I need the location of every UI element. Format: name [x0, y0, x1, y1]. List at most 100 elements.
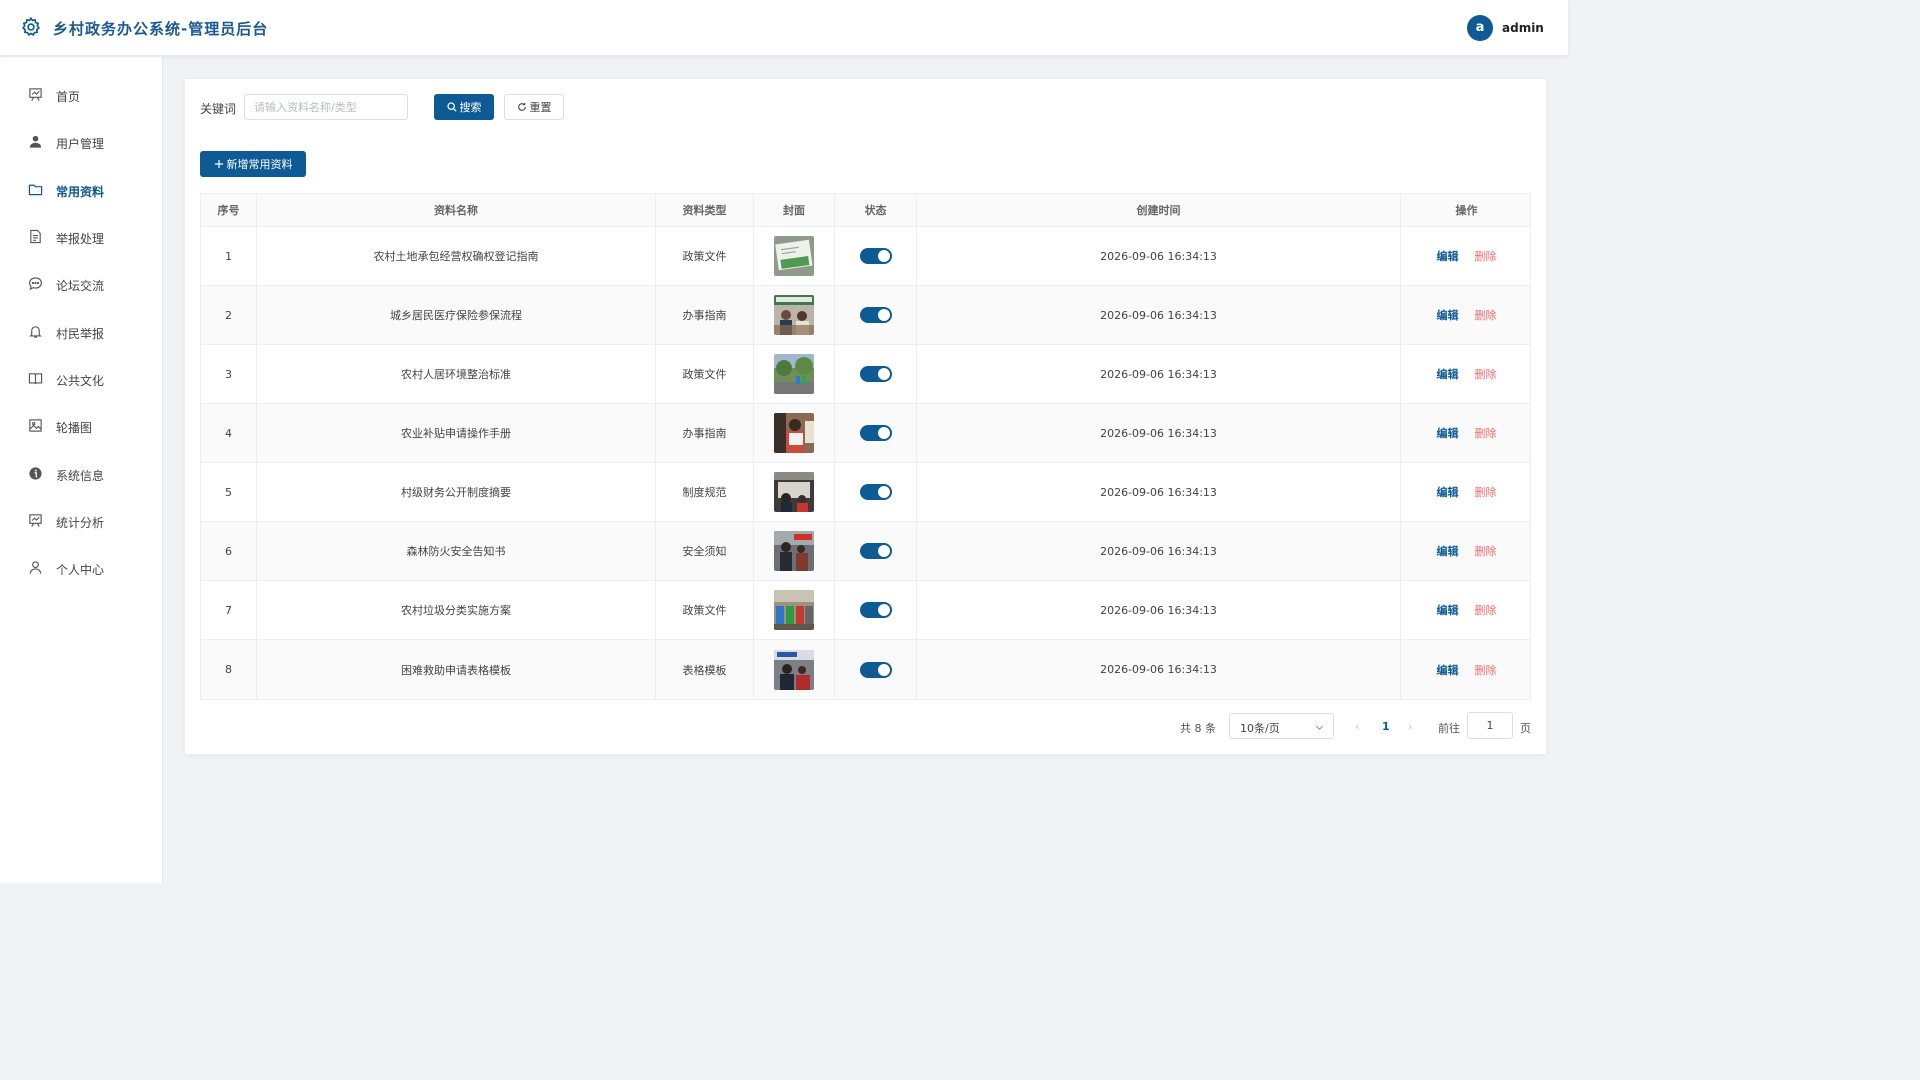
row-created: 2026-09-06 16:34:13 [917, 463, 1401, 521]
row-type: 政策文件 [656, 581, 754, 639]
sidebar-item-system-info[interactable]: 系统信息 [0, 454, 162, 494]
column-header-type: 资料类型 [656, 194, 754, 226]
delete-button[interactable]: 删除 [1475, 307, 1497, 323]
page-size-select[interactable]: 10条/页 [1229, 713, 1334, 739]
edit-button[interactable]: 编辑 [1437, 248, 1459, 264]
sidebar-item-label: 公共文化 [56, 374, 105, 388]
top-header: 乡村政务办公系统-管理员后台 a admin [0, 0, 1568, 56]
garbage-bins-photo-thumbnail[interactable] [774, 590, 814, 630]
username[interactable]: admin [1502, 21, 1544, 35]
row-name: 农村土地承包经营权确权登记指南 [257, 227, 656, 285]
sidebar-item-label: 举报处理 [56, 232, 105, 246]
goto-page-input[interactable] [1467, 712, 1513, 739]
column-header-name: 资料名称 [257, 194, 656, 226]
sidebar-item-statistics[interactable]: 统计分析 [0, 501, 162, 541]
delete-button[interactable]: 删除 [1475, 248, 1497, 264]
row-type: 安全须知 [656, 522, 754, 580]
row-status-cell [835, 227, 917, 285]
row-index: 1 [201, 227, 257, 285]
row-cover-cell [754, 581, 835, 639]
status-toggle[interactable] [859, 425, 892, 441]
edit-button[interactable]: 编辑 [1437, 366, 1459, 382]
page-number-current[interactable]: 1 [1382, 720, 1390, 733]
row-status-cell [835, 463, 917, 521]
row-type: 表格模板 [656, 640, 754, 699]
delete-button[interactable]: 删除 [1475, 543, 1497, 559]
delete-button[interactable]: 删除 [1475, 425, 1497, 441]
edit-button[interactable]: 编辑 [1437, 484, 1459, 500]
keyword-input[interactable] [244, 94, 408, 120]
row-index: 5 [201, 463, 257, 521]
delete-button[interactable]: 删除 [1475, 662, 1497, 678]
notice-board-photo-thumbnail[interactable] [774, 472, 814, 512]
sidebar-item-forum[interactable]: 论坛交流 [0, 264, 162, 304]
avatar[interactable]: a [1467, 15, 1493, 41]
document-photo-thumbnail[interactable] [774, 236, 814, 276]
row-created: 2026-09-06 16:34:13 [917, 286, 1401, 344]
document-icon [30, 229, 41, 244]
column-header-actions: 操作 [1455, 204, 1478, 217]
meeting-photo-thumbnail[interactable] [774, 649, 814, 690]
person-with-paper-photo-thumbnail[interactable] [774, 413, 814, 453]
docs-table: 序号 资料名称 资料类型 封面 状态 创建时间 操作 1 农村土地承包经营权确权… [200, 193, 1531, 700]
status-toggle[interactable] [859, 366, 892, 382]
delete-button[interactable]: 删除 [1475, 602, 1497, 618]
fire-safety-photo-thumbnail[interactable] [774, 531, 814, 571]
search-button[interactable]: 搜索 [434, 94, 494, 120]
status-toggle[interactable] [859, 661, 892, 678]
sidebar-item-profile[interactable]: 个人中心 [0, 548, 162, 588]
goto-suffix: 页 [1520, 722, 1531, 735]
chevron-right-icon[interactable]: › [1408, 720, 1412, 733]
status-toggle[interactable] [859, 248, 892, 264]
status-toggle[interactable] [859, 484, 892, 500]
sidebar-item-common-docs[interactable]: 常用资料 [0, 170, 162, 210]
sidebar-item-public-culture[interactable]: 公共文化 [0, 359, 162, 399]
user-outline-icon [29, 561, 42, 574]
row-actions: 编辑 删除 [1401, 463, 1532, 521]
row-type: 办事指南 [656, 286, 754, 344]
row-created: 2026-09-06 16:34:13 [917, 404, 1401, 462]
row-name: 农业补贴申请操作手册 [257, 404, 656, 462]
edit-button[interactable]: 编辑 [1437, 602, 1459, 618]
service-desk-photo-thumbnail[interactable] [774, 295, 814, 335]
row-actions: 编辑 删除 [1401, 227, 1532, 285]
edit-button[interactable]: 编辑 [1437, 425, 1459, 441]
row-type: 制度规范 [656, 463, 754, 521]
plus-icon [214, 159, 223, 169]
village-street-photo-thumbnail[interactable] [774, 354, 814, 394]
row-index: 3 [201, 345, 257, 403]
gear-icon[interactable] [20, 16, 42, 38]
sidebar-item-label: 首页 [56, 90, 81, 104]
row-status-cell [835, 286, 917, 344]
edit-button[interactable]: 编辑 [1437, 307, 1459, 323]
delete-button[interactable]: 删除 [1475, 366, 1497, 382]
sidebar-item-villager-reports[interactable]: 村民举报 [0, 312, 162, 352]
add-common-doc-button[interactable]: 新增常用资料 [200, 151, 306, 177]
table-row: 2 城乡居民医疗保险参保流程 办事指南 2026-09-06 16:34:13 … [201, 286, 1530, 345]
info-icon [29, 467, 42, 480]
row-created: 2026-09-06 16:34:13 [917, 227, 1401, 285]
reset-button[interactable]: 重置 [504, 94, 564, 120]
edit-button[interactable]: 编辑 [1437, 662, 1459, 678]
column-header-index: 序号 [201, 194, 257, 226]
search-button-label: 搜索 [459, 101, 482, 114]
status-toggle[interactable] [859, 602, 892, 618]
sidebar-item-carousel[interactable]: 轮播图 [0, 406, 162, 446]
row-cover-cell [754, 286, 835, 344]
search-icon [446, 102, 457, 112]
sidebar-item-users[interactable]: 用户管理 [0, 122, 162, 162]
row-name: 困难救助申请表格模板 [257, 640, 656, 699]
table-row: 5 村级财务公开制度摘要 制度规范 2026-09-06 16:34:13 编辑… [201, 463, 1530, 522]
status-toggle[interactable] [859, 543, 892, 559]
column-header-created: 创建时间 [917, 194, 1401, 226]
status-toggle[interactable] [859, 307, 892, 323]
edit-button[interactable]: 编辑 [1437, 543, 1459, 559]
delete-button[interactable]: 删除 [1475, 484, 1497, 500]
chevron-left-icon[interactable]: ‹ [1355, 720, 1359, 733]
row-name: 城乡居民医疗保险参保流程 [257, 286, 656, 344]
row-index: 7 [201, 581, 257, 639]
sidebar-item-report-handling[interactable]: 举报处理 [0, 217, 162, 257]
sidebar-item-home[interactable]: 首页 [0, 75, 162, 115]
row-actions: 编辑 删除 [1401, 404, 1532, 462]
row-index: 2 [201, 286, 257, 344]
